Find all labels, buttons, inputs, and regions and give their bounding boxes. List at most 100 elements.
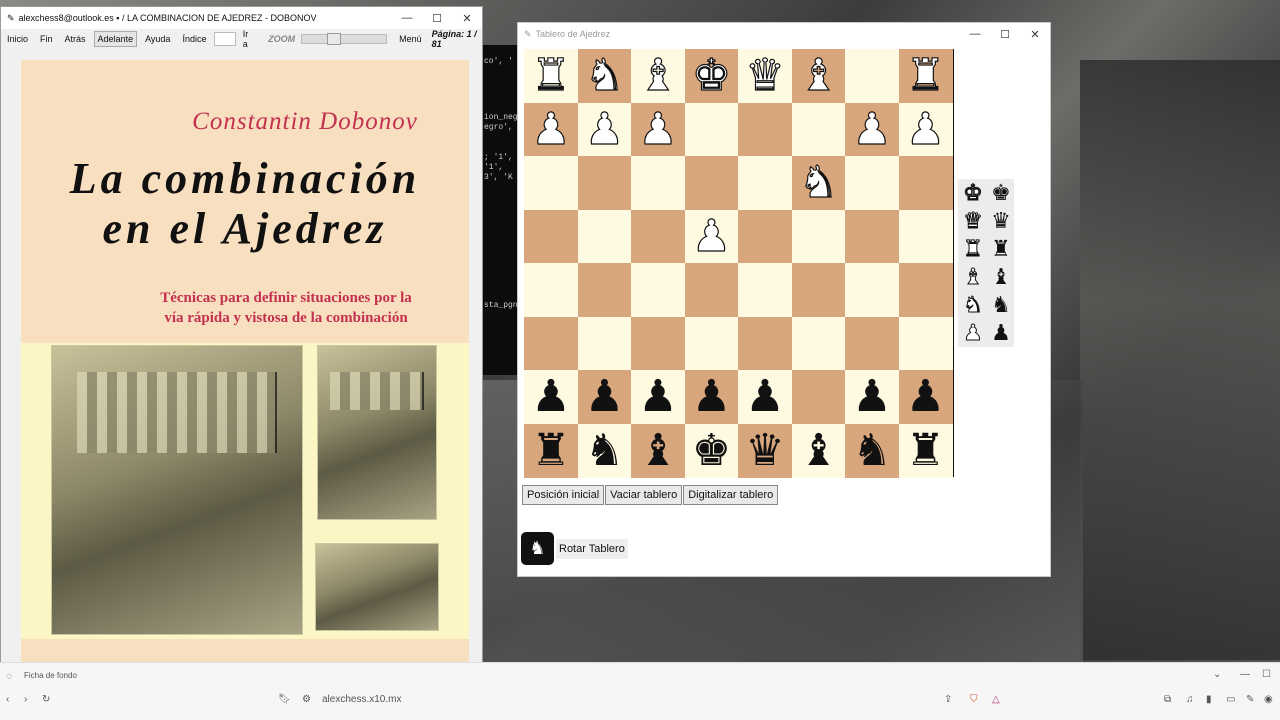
palette-black-king-icon[interactable]: ♚	[988, 181, 1014, 207]
white-rook-icon[interactable]: ♜	[905, 53, 946, 98]
white-king-icon[interactable]: ♚	[691, 53, 732, 98]
black-pawn-icon[interactable]: ♟	[852, 375, 891, 419]
black-rook-icon[interactable]: ♜	[906, 428, 945, 473]
leo-icon[interactable]: ✎	[1246, 694, 1254, 705]
board-square[interactable]	[898, 209, 953, 264]
board-square[interactable]	[577, 156, 632, 210]
black-pawn-icon[interactable]: ♟	[745, 375, 784, 419]
board-square[interactable]: ♝	[791, 423, 846, 478]
board-square[interactable]: ♟	[631, 102, 685, 157]
black-pawn-icon[interactable]: ♟	[692, 375, 731, 419]
white-pawn-icon[interactable]: ♟	[638, 106, 679, 151]
board-square[interactable]: ♟	[738, 370, 792, 424]
rewards-icon[interactable]: △	[992, 694, 1000, 705]
atras-button[interactable]: Atrás	[61, 31, 90, 47]
board-square[interactable]: ♟	[524, 102, 578, 157]
board-square[interactable]	[631, 156, 685, 210]
board-square[interactable]: ♜	[898, 49, 953, 103]
palette-black-knight-icon[interactable]: ♞	[988, 293, 1014, 319]
board-square[interactable]: ♚	[684, 49, 739, 103]
palette-white-pawn-icon[interactable]: ♟	[960, 321, 986, 347]
chevron-down-icon[interactable]: ⌄	[1213, 669, 1221, 680]
indice-button[interactable]: Índice	[178, 31, 210, 47]
palette-white-rook-icon[interactable]: ♜	[960, 237, 986, 263]
board-square[interactable]	[898, 156, 953, 210]
address-bar[interactable]: alexchess.x10.mx	[322, 694, 401, 705]
board-square[interactable]	[524, 156, 578, 210]
palette-black-pawn-icon[interactable]: ♟	[988, 321, 1014, 347]
board-square[interactable]: ♛	[738, 49, 792, 103]
black-rook-icon[interactable]: ♜	[531, 428, 570, 473]
board-square[interactable]: ♞	[845, 423, 899, 478]
page-number-input[interactable]	[214, 32, 236, 46]
board-square[interactable]	[577, 263, 632, 317]
black-pawn-icon[interactable]: ♟	[638, 375, 677, 419]
bookmark-icon[interactable]: 🔖︎	[278, 694, 291, 705]
reload-icon[interactable]: ↻	[42, 694, 50, 705]
board-square[interactable]: ♟	[684, 209, 739, 264]
black-bishop-icon[interactable]: ♝	[638, 428, 677, 473]
board-square[interactable]	[577, 209, 632, 264]
extensions-icon[interactable]: ⧉	[1164, 694, 1171, 705]
tab-label[interactable]: Ficha de fondo	[24, 671, 77, 680]
black-knight-icon[interactable]: ♞	[852, 428, 891, 473]
chess-titlebar[interactable]: ✎ Tablero de Ajedrez — ☐ ✕	[518, 23, 1050, 45]
black-pawn-icon[interactable]: ♟	[906, 375, 945, 419]
white-pawn-icon[interactable]: ♟	[852, 106, 893, 151]
palette-black-queen-icon[interactable]: ♛	[988, 209, 1014, 235]
white-pawn-icon[interactable]: ♟	[531, 106, 572, 151]
zoom-slider[interactable]	[301, 33, 388, 45]
chess-window[interactable]: ✎ Tablero de Ajedrez — ☐ ✕ ♜ ♞ ♝ ♚ ♛ ♝ ♜ ♟ ♟ ♟ ♟ ♟ ♞…	[517, 22, 1051, 577]
palette-white-knight-icon[interactable]: ♞	[960, 293, 986, 319]
board-square[interactable]	[684, 156, 739, 210]
board-square[interactable]	[898, 316, 953, 371]
white-queen-icon[interactable]: ♛	[745, 53, 786, 98]
board-square[interactable]	[738, 263, 792, 317]
board-square[interactable]: ♜	[898, 423, 953, 478]
palette-white-bishop-icon[interactable]: ♝	[960, 265, 986, 291]
palette-white-queen-icon[interactable]: ♛	[960, 209, 986, 235]
maximize-button[interactable]: ☐	[422, 12, 452, 25]
white-pawn-icon[interactable]: ♟	[905, 106, 946, 151]
board-square[interactable]	[791, 209, 846, 264]
black-pawn-icon[interactable]: ♟	[531, 375, 570, 419]
board-square[interactable]: ♟	[631, 370, 685, 424]
board-square[interactable]	[738, 316, 792, 371]
palette-black-bishop-icon[interactable]: ♝	[988, 265, 1014, 291]
white-bishop-icon[interactable]: ♝	[798, 53, 839, 98]
board-square[interactable]	[738, 102, 792, 157]
board-square[interactable]	[577, 316, 632, 371]
black-pawn-icon[interactable]: ♟	[585, 375, 624, 419]
vaciar-tablero-button[interactable]: Vaciar tablero	[605, 485, 683, 505]
rotate-board-icon[interactable]: ♞	[521, 532, 554, 565]
black-king-icon[interactable]: ♚	[692, 428, 731, 473]
adelante-button[interactable]: Adelante	[93, 31, 138, 47]
board-square[interactable]	[845, 209, 899, 264]
board-square[interactable]: ♚	[684, 423, 739, 478]
board-square[interactable]	[684, 316, 739, 371]
white-pawn-icon[interactable]: ♟	[584, 106, 625, 151]
board-square[interactable]	[845, 316, 899, 371]
back-icon[interactable]: ‹	[6, 694, 9, 705]
sidebar-icon[interactable]: ▮	[1206, 694, 1212, 705]
board-square[interactable]	[631, 263, 685, 317]
posicion-inicial-button[interactable]: Posición inicial	[522, 485, 605, 505]
close-button[interactable]: ✕	[1020, 28, 1050, 41]
chess-board[interactable]: ♜ ♞ ♝ ♚ ♛ ♝ ♜ ♟ ♟ ♟ ♟ ♟ ♞ ♟ ♟ ♟ ♟ ♟ ♟ ♟ ♟ ♜ ♞ ♝ ♚ ♛ ♝ ♞ ♜	[524, 49, 954, 478]
board-square[interactable]: ♟	[898, 370, 953, 424]
board-square[interactable]	[738, 209, 792, 264]
ayuda-button[interactable]: Ayuda	[141, 31, 174, 47]
board-square[interactable]: ♟	[845, 102, 899, 157]
media-icon[interactable]: ♫	[1186, 694, 1194, 705]
zoom-slider-thumb[interactable]	[326, 33, 341, 45]
board-square[interactable]	[845, 263, 899, 317]
minimize-button[interactable]: —	[392, 12, 422, 24]
minimize-button[interactable]: —	[960, 28, 990, 40]
black-knight-icon[interactable]: ♞	[585, 428, 624, 473]
board-square[interactable]: ♟	[577, 370, 632, 424]
board-square[interactable]	[738, 156, 792, 210]
board-square[interactable]: ♝	[631, 423, 685, 478]
board-square[interactable]	[684, 102, 739, 157]
board-square[interactable]	[684, 263, 739, 317]
board-square[interactable]	[524, 209, 578, 264]
